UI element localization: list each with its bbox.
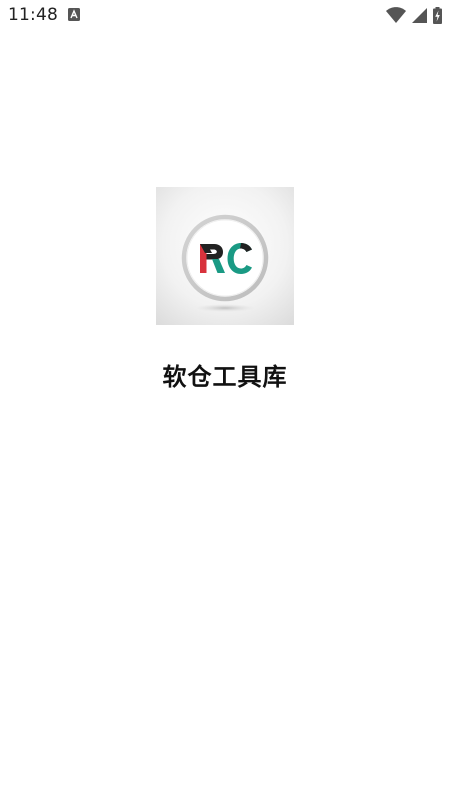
status-time: 11:48 (8, 5, 58, 25)
wifi-icon (386, 7, 406, 23)
battery-charging-icon (433, 6, 442, 24)
app-logo (156, 187, 294, 325)
status-icons (386, 6, 442, 24)
app-notification-icon (68, 8, 80, 21)
status-bar: 11:48 (0, 0, 450, 30)
app-name: 软仓工具库 (162, 363, 288, 391)
cell-signal-icon (412, 7, 427, 23)
